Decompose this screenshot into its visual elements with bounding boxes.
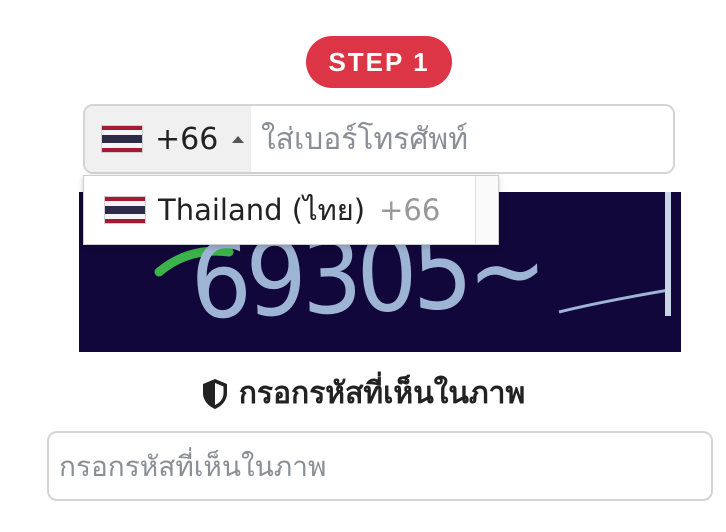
shield-icon [202,378,227,409]
selected-dial-code: +66 [155,121,219,157]
country-option-dial-code: +66 [379,193,441,227]
thailand-flag-icon [104,196,146,224]
dropdown-scrollbar[interactable] [475,176,498,244]
registration-form: STEP 1 +66 69305~ Thailand (ไทย) +66 [0,0,726,532]
caret-up-icon [232,135,245,143]
captcha-label: กรอกรหัสที่เห็นในภาพ [0,370,726,417]
phone-field-group: +66 [83,104,675,174]
captcha-code-input[interactable] [47,431,713,501]
country-option-name[interactable]: Thailand (ไทย) [158,187,365,233]
step-badge: STEP 1 [306,36,452,88]
country-code-selector[interactable]: +66 [85,106,251,172]
captcha-label-text: กรอกรหัสที่เห็นในภาพ [238,376,526,411]
phone-number-input[interactable] [251,106,671,172]
country-dropdown: Thailand (ไทย) +66 [83,175,499,245]
thailand-flag-icon [101,125,143,153]
